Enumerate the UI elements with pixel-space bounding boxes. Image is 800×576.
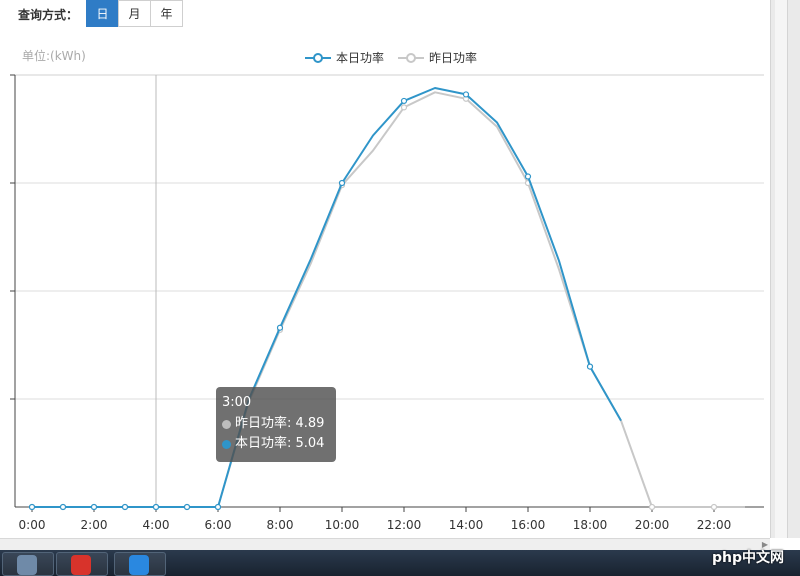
series-line-1 [32,91,745,508]
chart-legend: 本日功率 昨日功率 [305,49,477,66]
period-day-button[interactable]: 日 [86,0,119,27]
series-0-point-8 [276,324,284,331]
x-tick-label-10: 20:00 [635,518,670,532]
series-0-point-10 [338,179,346,187]
tooltip-today-dot [222,439,231,449]
taskbar [0,550,800,576]
x-tick-label-1: 2:00 [81,518,108,532]
taskbar-app-2[interactable] [56,552,108,576]
series-1-point-20 [648,503,656,511]
chart-tooltip: 3:00 昨日功率: 4.89 本日功率: 5.04 [216,387,336,462]
series-0-point-4 [152,503,160,511]
x-tick-label-4: 8:00 [267,518,294,532]
tooltip-row-today: 本日功率: 5.04 [222,434,328,454]
tooltip-today-value: 本日功率: 5.04 [235,436,325,451]
series-0-point-1 [59,503,67,511]
legend-today[interactable]: 本日功率 [305,49,384,66]
series-0-point-16 [524,173,532,180]
x-tick-label-5: 10:00 [325,518,360,532]
legend-yesterday[interactable]: 昨日功率 [398,49,477,66]
side-pane [775,0,788,538]
tooltip-title: 3:00 [222,395,252,410]
right-side-panel [770,0,800,538]
series-0-point-3 [121,503,129,511]
legend-yesterday-marker [398,52,425,63]
series-0-point-12 [400,97,408,105]
app-globe-icon [17,555,37,575]
x-tick-label-7: 14:00 [449,518,484,532]
series-0-point-18 [586,363,594,370]
x-tick-label-6: 12:00 [387,518,422,532]
site-watermark: php中文网 [712,550,785,566]
period-selector: 日 月 年 [86,0,183,27]
period-month-button[interactable]: 月 [118,0,151,27]
series-1-point-12 [400,104,408,111]
series-0-point-5 [183,503,191,511]
tooltip-yesterday-dot [222,419,231,429]
legend-yesterday-label: 昨日功率 [429,51,478,65]
series-1-point-22 [710,503,718,511]
query-mode-label: 查询方式： [18,8,79,22]
x-tick-label-2: 4:00 [143,518,170,532]
tooltip-row-yesterday: 昨日功率: 4.89 [222,414,328,434]
music-app-icon [71,555,91,575]
series-0-point-14 [462,91,470,98]
power-line-chart: 0:00 2:00 4:00 6:00 8:00 10:00 12:00 14:00 16:00… [10,74,764,532]
y-unit-label: 单位:(kWh) [22,49,86,63]
x-tick-label-9: 18:00 [573,518,608,532]
series-0-point-2 [90,503,98,511]
legend-today-label: 本日功率 [336,51,385,65]
x-tick-label-8: 16:00 [511,518,546,532]
taskbar-app-1[interactable] [2,552,54,576]
series-0-point-6 [214,503,222,511]
period-year-button[interactable]: 年 [150,0,183,27]
query-toolbar: 查询方式： 日 月 年 [0,0,770,27]
taskbar-app-3[interactable] [114,552,166,576]
tooltip-yesterday-value: 昨日功率: 4.89 [235,416,325,431]
chart-app: 查询方式： 日 月 年 单位:(kWh) 本日功率 昨日功率 0:00 2:00 4… [0,0,770,538]
x-tick-label-0: 0:00 [19,518,46,532]
editor-app-icon [129,555,149,575]
x-tick-label-3: 6:00 [205,518,232,532]
series-0-point-0 [28,503,36,511]
legend-today-marker [305,52,331,63]
x-tick-label-11: 22:00 [697,518,732,532]
